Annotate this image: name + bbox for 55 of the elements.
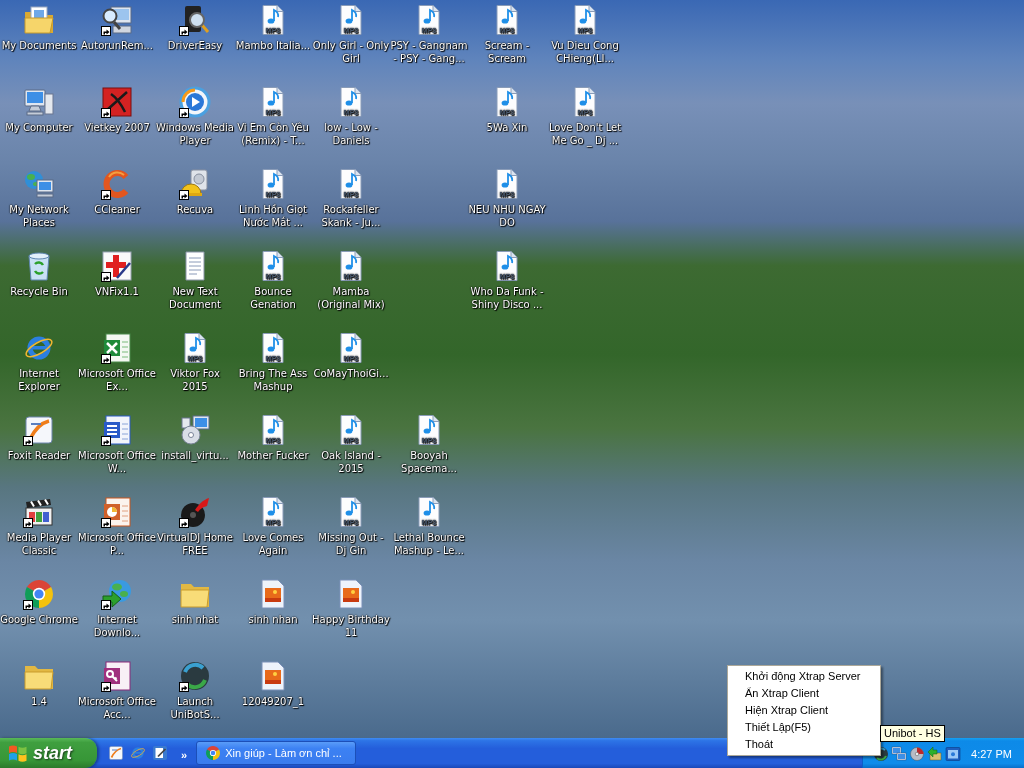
- computer-icon: [23, 86, 55, 118]
- desktop-item[interactable]: Microsoft Office Ex...: [78, 331, 156, 393]
- folder-arrow-icon[interactable]: [927, 746, 943, 762]
- network-globe-icon: [23, 168, 55, 200]
- desktop-item[interactable]: Recycle Bin: [0, 249, 78, 298]
- desktop-item[interactable]: Happy Birthday 11: [312, 577, 390, 639]
- browser-logo-icon: [23, 578, 55, 610]
- repair-tool-icon: [101, 250, 133, 282]
- menu-item[interactable]: Hiện Xtrap Client: [728, 702, 880, 719]
- desktop-item[interactable]: CCleaner: [78, 167, 156, 216]
- desktop-item[interactable]: Launch UniBotS...: [156, 659, 234, 721]
- desktop-item[interactable]: AutorunRem...: [78, 3, 156, 52]
- start-button[interactable]: start: [0, 738, 97, 768]
- desktop-item[interactable]: install_virtu...: [156, 413, 234, 462]
- desktop-item[interactable]: New Text Document: [156, 249, 234, 311]
- presentation-icon: [101, 496, 133, 528]
- installer-icon: [179, 414, 211, 446]
- cross-tile-icon: [101, 86, 133, 118]
- tooltip: Unibot - HS: [880, 725, 945, 742]
- desktop-item[interactable]: Microsoft Office Acc...: [78, 659, 156, 721]
- desktop-item[interactable]: Microsoft Office P...: [78, 495, 156, 557]
- swoosh-tile-icon[interactable]: [108, 745, 124, 761]
- desktop-item[interactable]: Microsoft Office W...: [78, 413, 156, 475]
- spreadsheet-icon: [101, 332, 133, 364]
- desktop-item[interactable]: 12049207_1: [234, 659, 312, 708]
- desktop-item[interactable]: VNFix1.1: [78, 249, 156, 298]
- desktop-item[interactable]: Foxit Reader: [0, 413, 78, 462]
- word-document-icon: [101, 414, 133, 446]
- key-document-icon: [101, 660, 133, 692]
- menu-item[interactable]: Thoát: [728, 736, 880, 753]
- quick-launch-overflow-button[interactable]: »: [178, 749, 191, 761]
- desktop-item[interactable]: Vietkey 2007: [78, 85, 156, 134]
- swoosh-tile-icon: [23, 414, 55, 446]
- disc-icon[interactable]: [909, 746, 925, 762]
- desktop-item[interactable]: Media Player Classic: [0, 495, 78, 557]
- desktop-item[interactable]: My Documents: [0, 3, 78, 52]
- desktop-item[interactable]: DriverEasy: [156, 3, 234, 52]
- desktop-item[interactable]: Internet Explorer: [0, 331, 78, 393]
- desktop-item[interactable]: My Network Places: [0, 167, 78, 229]
- menu-item[interactable]: Khởi động Xtrap Server: [728, 668, 880, 685]
- desktop-item[interactable]: Internet Downlo...: [78, 577, 156, 639]
- menu-item[interactable]: Thiết Lập(F5): [728, 719, 880, 736]
- clapperboard-icon: [23, 496, 55, 528]
- desktop-item[interactable]: Recuva: [156, 167, 234, 216]
- document-edit-icon[interactable]: [152, 745, 168, 761]
- windows-flag-icon: [8, 743, 28, 763]
- desktop-item[interactable]: Windows Media Player: [156, 85, 234, 147]
- menu-item[interactable]: Ẩn Xtrap Client: [728, 685, 880, 702]
- documents-folder-icon: [23, 4, 55, 36]
- clock: 4:27 PM: [971, 748, 1013, 760]
- taskbar-button[interactable]: Xin giúp - Làm ơn chỉ ...: [196, 741, 357, 765]
- desktop-item[interactable]: VirtualDJ Home FREE: [156, 495, 234, 557]
- browser-logo-icon: [205, 745, 222, 761]
- desktop-item[interactable]: 1.4: [0, 659, 78, 708]
- window-icon[interactable]: [945, 746, 961, 762]
